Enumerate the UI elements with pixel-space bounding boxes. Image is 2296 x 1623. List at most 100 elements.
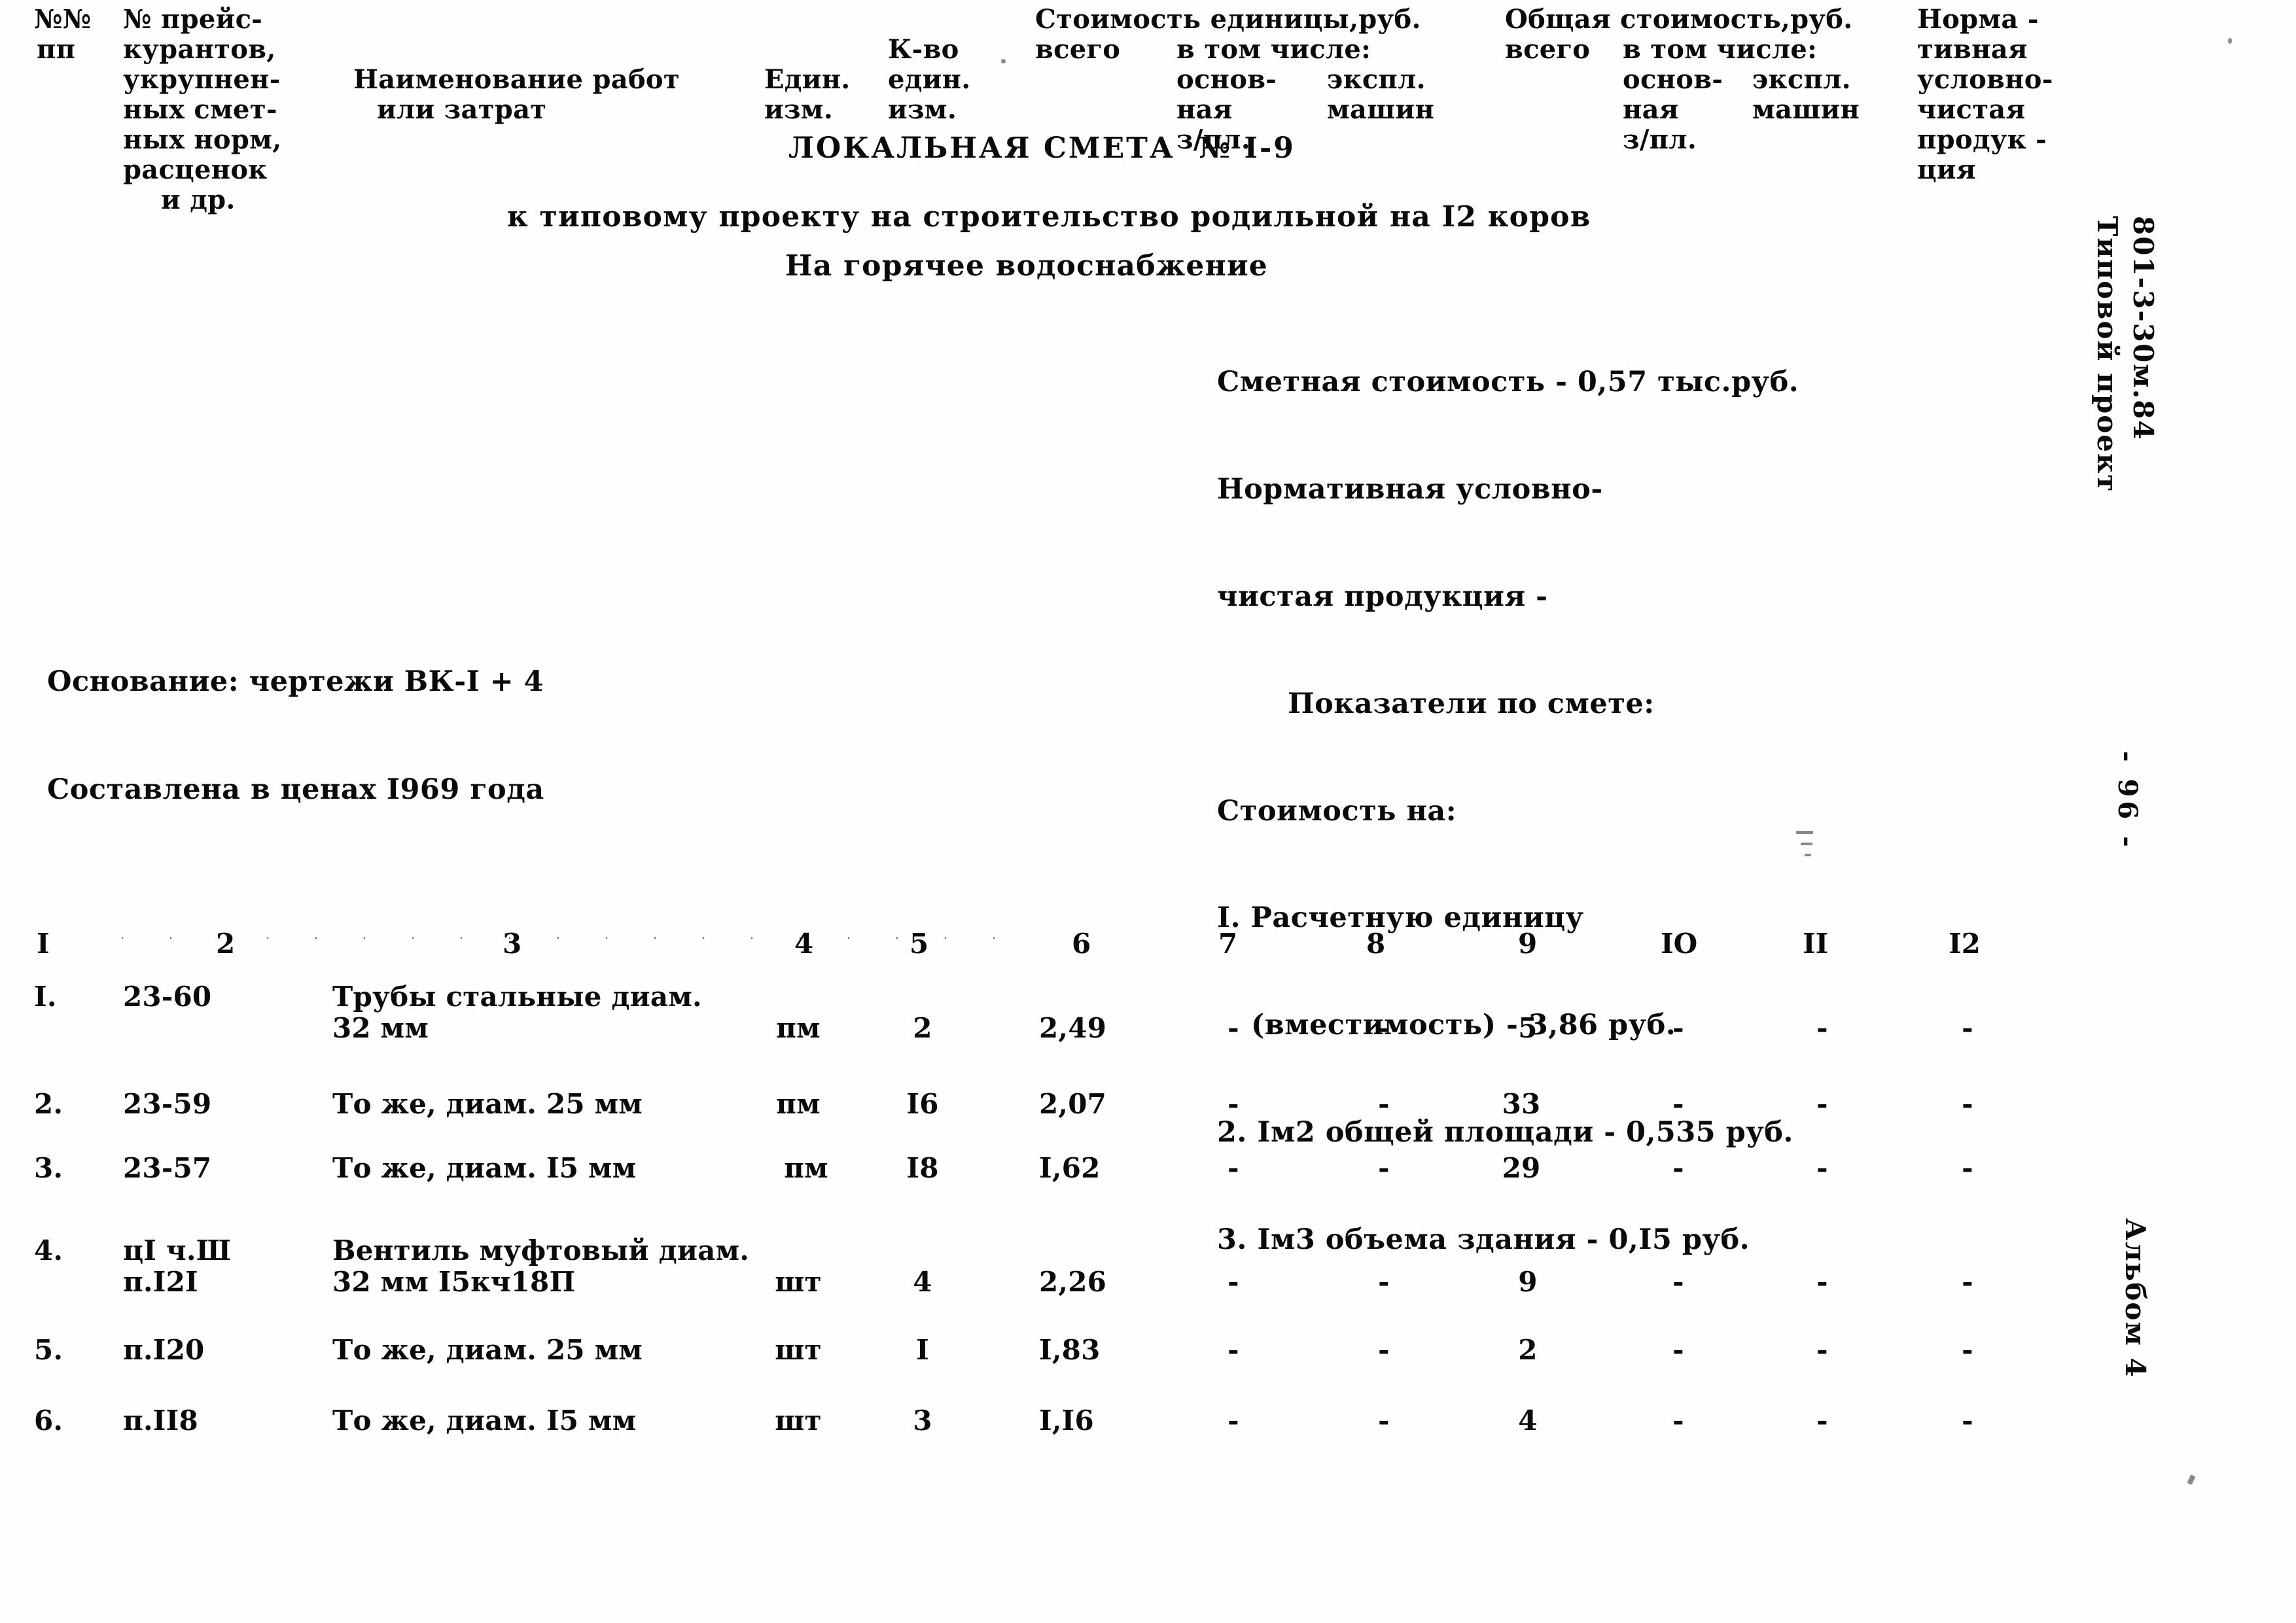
row-2-name: То же, диам. 25 мм <box>332 1088 643 1120</box>
scan-speck <box>1805 854 1811 856</box>
table-row: 3. 23-57 То же, диам. I5 мм пм I8 I,62 -… <box>0 1150 2296 1221</box>
row-5-unit-cost-basic: - <box>1227 1334 1239 1366</box>
summary-indicators-heading: Показатели по смете: <box>1288 687 1655 720</box>
document-subtitle-secondary: На горячее водоснабжение <box>785 249 1268 283</box>
column-number-9: 9 <box>1518 928 1538 960</box>
row-1-unit: пм <box>776 1012 821 1044</box>
row-5-total-all: 2 <box>1518 1334 1538 1366</box>
scan-speck <box>1796 831 1813 834</box>
header-col3-line1: Наименование работ <box>353 64 680 95</box>
column-number-4: 4 <box>794 928 814 960</box>
header-unit-basic-line1: основ- <box>1176 64 1277 95</box>
row-5-normative: - <box>1962 1334 1973 1366</box>
header-col3-line2: или затрат <box>377 94 547 125</box>
row-2-unit-cost-basic: - <box>1227 1088 1239 1120</box>
table-row: I. 23-60 Трубы стальные диам. 32 мм пм 2… <box>0 981 2296 1079</box>
summary-cost-per-heading: Стоимость на: <box>1217 794 1457 828</box>
row-6-normative: - <box>1962 1405 1973 1437</box>
row-4-unit: шт <box>775 1266 822 1298</box>
document-subtitle: к типовому проекту на строительство роди… <box>507 200 1591 234</box>
margin-project-label: Типовой проект <box>2091 216 2123 493</box>
row-4-number: 4. <box>34 1234 63 1266</box>
header-unit-machines-line2: машин <box>1327 94 1435 125</box>
row-4-unit-cost-total: 2,26 <box>1039 1266 1107 1298</box>
header-col2-line3: укрупнен- <box>123 64 281 95</box>
header-col1-line1: №№ <box>34 4 92 35</box>
row-3-normative: - <box>1962 1152 1973 1184</box>
row-3-name: То же, диам. I5 мм <box>332 1152 637 1184</box>
table-row: 2. 23-59 То же, диам. 25 мм пм I6 2,07 -… <box>0 1079 2296 1150</box>
row-5-unit-cost-machines: - <box>1378 1334 1390 1366</box>
scan-speck <box>2187 1474 2196 1486</box>
header-col4-line1: Един. <box>764 64 851 95</box>
header-col12-line1: Норма - <box>1917 4 2039 35</box>
row-3-number: 3. <box>34 1152 63 1184</box>
row-4-normative: - <box>1962 1266 1973 1298</box>
row-1-name-line2: 32 мм <box>332 1012 429 1044</box>
column-number-8: 8 <box>1366 928 1386 960</box>
row-4-qty: 4 <box>913 1266 932 1298</box>
column-number-2: 2 <box>216 928 236 960</box>
row-3-code: 23-57 <box>123 1152 212 1184</box>
row-5-code: п.I20 <box>123 1334 205 1366</box>
row-6-total-machines: - <box>1816 1405 1828 1437</box>
row-2-unit-cost-machines: - <box>1378 1088 1390 1120</box>
row-4-total-all: 9 <box>1518 1266 1538 1298</box>
row-1-qty: 2 <box>913 1012 932 1044</box>
basis-block: Основание: чертежи ВК-I + 4 Составлена в… <box>47 592 544 880</box>
row-3-total-basic: - <box>1672 1152 1684 1184</box>
header-col12-line5: продук - <box>1917 124 2047 155</box>
row-1-name-line1: Трубы стальные диам. <box>332 981 702 1013</box>
table-body: I. 23-60 Трубы стальные диам. 32 мм пм 2… <box>0 981 2296 1460</box>
header-total-including: в том числе: <box>1623 34 1818 65</box>
row-1-number: I. <box>34 981 57 1013</box>
row-3-unit-cost-machines: - <box>1378 1152 1390 1184</box>
row-6-unit: шт <box>775 1405 822 1437</box>
row-3-qty: I8 <box>906 1152 939 1184</box>
row-6-name: То же, диам. I5 мм <box>332 1405 637 1437</box>
header-unit-machines-line1: экспл. <box>1327 64 1426 95</box>
row-5-total-machines: - <box>1816 1334 1828 1366</box>
header-col2-line4: ных смет- <box>123 94 277 125</box>
row-4-name-line2: 32 мм I5кч18П <box>332 1266 576 1298</box>
header-col5-line2: един. <box>888 64 971 95</box>
header-col12-line6: ция <box>1917 154 1976 185</box>
row-4-name-line1: Вентиль муфтовый диам. <box>332 1234 750 1266</box>
row-2-number: 2. <box>34 1088 63 1120</box>
column-number-5: 5 <box>910 928 929 960</box>
row-3-total-all: 29 <box>1502 1152 1541 1184</box>
row-5-name: То же, диам. 25 мм <box>332 1334 643 1366</box>
header-col4-line2: изм. <box>764 94 834 125</box>
row-3-unit-cost-basic: - <box>1227 1152 1239 1184</box>
margin-page-number: - 96 - <box>2112 751 2143 851</box>
table-row: 4. цI ч.Ш п.I2I Вентиль муфтовый диам. 3… <box>0 1221 2296 1319</box>
header-total-basic-line3: з/пл. <box>1623 124 1697 155</box>
header-col2-line6: расценок <box>123 154 268 185</box>
row-1-total-basic: - <box>1672 1012 1684 1044</box>
row-6-total-basic: - <box>1672 1405 1684 1437</box>
scan-speck <box>1001 59 1006 63</box>
column-number-1: I <box>37 928 50 960</box>
row-5-unit: шт <box>775 1334 822 1366</box>
header-col12-line4: чистая <box>1917 94 2026 125</box>
header-total-all: всего <box>1505 34 1591 65</box>
row-6-qty: 3 <box>913 1405 932 1437</box>
table-row: 5. п.I20 То же, диам. 25 мм шт I I,83 - … <box>0 1319 2296 1389</box>
header-total-basic-line1: основ- <box>1623 64 1723 95</box>
row-1-total-machines: - <box>1816 1012 1828 1044</box>
header-col12-line3: условно- <box>1917 64 2053 95</box>
column-number-11: II <box>1803 928 1829 960</box>
row-5-total-basic: - <box>1672 1334 1684 1366</box>
header-total-machines-line2: машин <box>1752 94 1860 125</box>
column-number-12: I2 <box>1949 928 1981 960</box>
table-row: 6. п.II8 То же, диам. I5 мм шт 3 I,I6 - … <box>0 1389 2296 1460</box>
row-6-unit-cost-machines: - <box>1378 1405 1390 1437</box>
row-1-total-all: 5 <box>1518 1012 1538 1044</box>
summary-normative-line1: Нормативная условно- <box>1217 473 1603 506</box>
row-4-total-machines: - <box>1816 1266 1828 1298</box>
row-4-unit-cost-machines: - <box>1378 1266 1390 1298</box>
header-col12-line2: тивная <box>1917 34 2028 65</box>
row-2-unit-cost-total: 2,07 <box>1039 1088 1107 1120</box>
row-2-total-all: 33 <box>1502 1088 1541 1120</box>
header-col2-line5: ных норм, <box>123 124 282 155</box>
